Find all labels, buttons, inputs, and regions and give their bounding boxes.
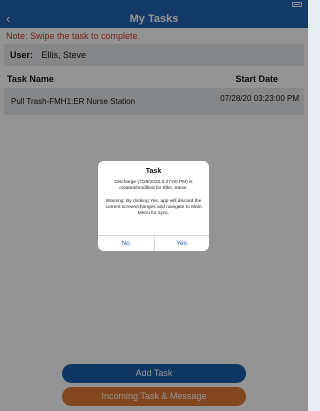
dialog-message-discharge: Discharge (7/28/2020 3:27:00 PM) is crea… — [114, 180, 193, 192]
dialog-title: Task — [145, 168, 162, 175]
yes-button[interactable]: Yes — [153, 236, 210, 251]
dialog-message: Discharge (7/28/2020 3:27:00 PM) is crea… — [102, 180, 205, 217]
task-alert-dialog: Task Discharge (7/28/2020 3:27:00 PM) is… — [98, 161, 209, 251]
no-button[interactable]: No — [98, 236, 154, 251]
dialog-buttons: No Yes — [98, 235, 209, 251]
dialog-message-warning: Warning: By clicking Yes, app will disca… — [105, 198, 202, 217]
